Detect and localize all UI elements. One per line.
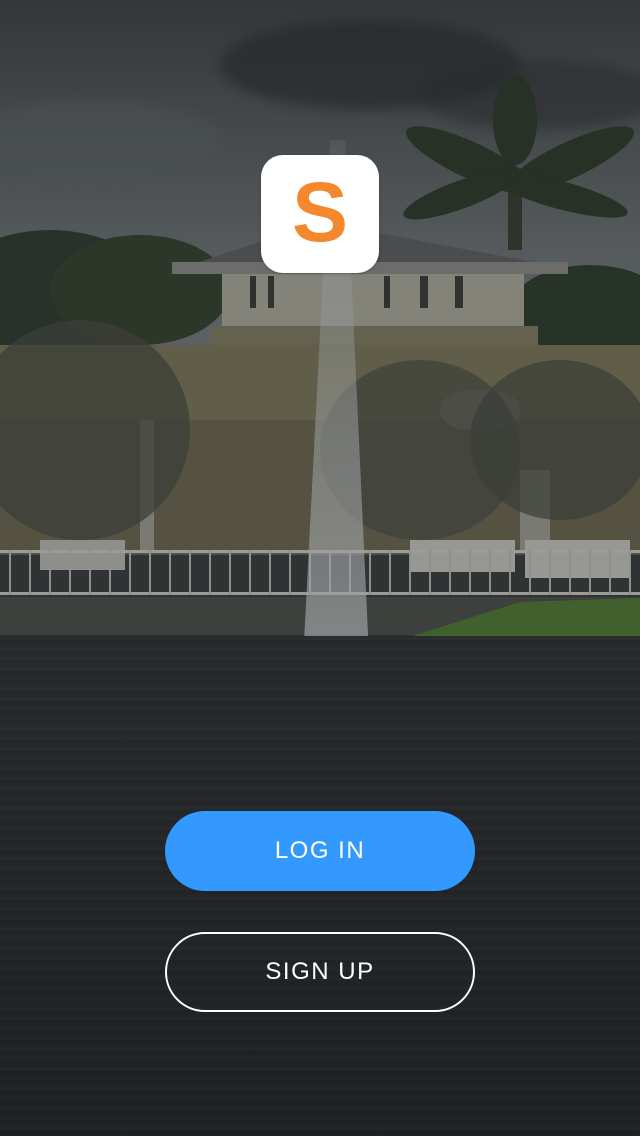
signup-button[interactable]: SIGN UP — [165, 932, 475, 1012]
welcome-screen: S LOG IN SIGN UP — [0, 0, 640, 1136]
signup-button-label: SIGN UP — [265, 958, 375, 985]
login-button-label: LOG IN — [274, 837, 366, 864]
app-logo: S — [261, 155, 379, 273]
login-button[interactable]: LOG IN — [165, 811, 475, 891]
app-logo-letter: S — [291, 165, 349, 259]
